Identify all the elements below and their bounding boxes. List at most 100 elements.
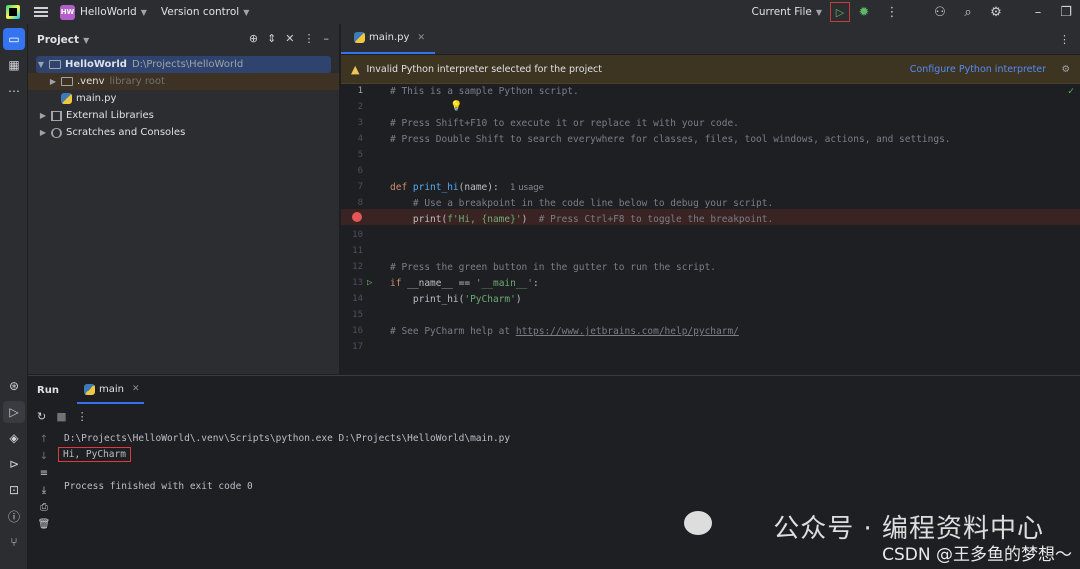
tree-item-venv[interactable]: ▶ .venv library root — [28, 73, 339, 90]
chevron-down-icon[interactable]: ▼ — [243, 8, 249, 17]
tree-label: .venv — [77, 76, 105, 87]
options-icon[interactable]: ⋮ — [304, 32, 315, 45]
scroll-up-icon[interactable]: ↑ — [40, 434, 48, 445]
main-menu-icon[interactable] — [34, 7, 48, 17]
project-badge[interactable]: HW — [60, 4, 75, 20]
run-config-selector[interactable]: Current File — [751, 6, 811, 18]
code-line-9: print(f'Hi, {name}') # Press Ctrl+F8 to … — [390, 214, 773, 225]
soft-wrap-icon[interactable]: ≡ — [40, 468, 48, 479]
run-tool-icon[interactable]: ▷ — [3, 401, 25, 423]
tree-item-external-libraries[interactable]: ▶ External Libraries — [28, 107, 339, 124]
git-icon[interactable]: ⑂ — [3, 531, 25, 553]
run-tab-main[interactable]: main ✕ — [76, 376, 144, 404]
layers-icon[interactable]: ◈ — [3, 427, 25, 449]
string-literal: '__main__' — [475, 278, 534, 289]
python-packages-icon[interactable]: ⊛ — [3, 375, 25, 397]
left-tool-strip: ▭ ▦ ⋯ ⊛ ▷ ◈ ⊳ ⊡ ⓘ ⑂ — [0, 24, 28, 569]
chevron-down-icon[interactable]: ▼ — [36, 60, 46, 69]
stop-icon[interactable]: ■ — [56, 410, 66, 423]
editor: main.py ✕ ⋮ ▲ Invalid Python interpreter… — [341, 24, 1080, 374]
code-line-3: # Press Shift+F10 to execute it or repla… — [390, 118, 739, 129]
scratches-icon — [51, 127, 62, 138]
settings-gear-icon[interactable]: ⚙ — [982, 5, 1010, 20]
hide-panel-icon[interactable]: – — [324, 32, 330, 45]
chevron-right-icon[interactable]: ▶ — [38, 111, 48, 120]
more-tools-icon[interactable]: ⋯ — [3, 80, 25, 102]
lightbulb-icon[interactable]: 💡 — [450, 101, 462, 112]
code-line-13: if __name__ == '__main__': — [390, 278, 539, 289]
tree-label: Scratches and Consoles — [66, 127, 186, 138]
line-number: 13 — [352, 278, 363, 288]
more-actions-icon[interactable]: ⋮ — [77, 410, 88, 423]
pycharm-logo-icon — [6, 5, 20, 19]
tree-item-main-py[interactable]: main.py — [28, 90, 339, 107]
code-line-14: print_hi('PyCharm') — [390, 294, 522, 305]
project-panel-title[interactable]: Project — [37, 34, 79, 46]
code-token: ) — [521, 214, 539, 225]
print-icon[interactable]: ⎙ — [40, 502, 48, 513]
chevron-down-icon[interactable]: ▼ — [83, 36, 89, 45]
code-token: __name__ == — [407, 278, 476, 289]
tree-hint: library root — [109, 76, 165, 87]
chevron-right-icon[interactable]: ▶ — [48, 77, 58, 86]
tree-label: HelloWorld — [65, 59, 127, 70]
line-number: 16 — [352, 326, 363, 336]
library-icon — [51, 110, 62, 121]
comment: # See PyCharm help at — [390, 326, 516, 337]
project-panel: Project ▼ ⊕ ⇕ ✕ ⋮ – ▼ HelloWorld D:\Proj… — [28, 24, 340, 374]
restore-icon[interactable]: ❐ — [1052, 5, 1080, 20]
services-icon[interactable]: ⊳ — [3, 453, 25, 475]
line-number: 7 — [357, 182, 363, 192]
configure-interpreter-link[interactable]: Configure Python interpreter — [910, 64, 1046, 75]
collapse-all-icon[interactable]: ✕ — [285, 32, 294, 45]
warning-icon: ▲ — [351, 62, 360, 76]
run-button[interactable]: ▷ — [830, 2, 850, 22]
scroll-to-end-icon[interactable]: ⤓ — [42, 485, 46, 496]
tree-item-helloworld[interactable]: ▼ HelloWorld D:\Projects\HelloWorld — [36, 56, 331, 73]
code-token: ) — [515, 294, 522, 305]
rerun-icon[interactable]: ↻ — [37, 410, 46, 423]
line-number: 10 — [352, 230, 363, 240]
expand-all-icon[interactable]: ⇕ — [267, 32, 276, 45]
breakpoint-icon[interactable] — [352, 212, 362, 222]
editor-tab-main-py[interactable]: main.py ✕ — [341, 23, 435, 54]
string-literal: f'Hi, {name}' — [447, 214, 522, 225]
tree-label: External Libraries — [66, 110, 154, 121]
python-file-icon — [354, 32, 365, 43]
keyword: def — [390, 182, 413, 193]
structure-icon[interactable]: ▦ — [3, 54, 25, 76]
gear-icon[interactable]: ⚙ — [1061, 64, 1070, 75]
chevron-right-icon[interactable]: ▶ — [38, 128, 48, 137]
gutter-run-icon[interactable]: ▷ — [367, 278, 372, 288]
line-number: 17 — [352, 342, 363, 352]
tree-item-scratches[interactable]: ▶ Scratches and Consoles — [28, 124, 339, 141]
close-icon[interactable]: ✕ — [132, 384, 140, 394]
keyword: if — [390, 278, 408, 289]
code-area[interactable]: ✓ 1 2 3 4 5 6 7 8 9 10 11 12 13 14 15 16… — [341, 84, 1080, 374]
vcs-menu[interactable]: Version control — [161, 6, 239, 18]
trash-icon[interactable]: 🗑 — [38, 519, 51, 530]
locate-icon[interactable]: ⊕ — [249, 32, 258, 45]
function-name: print_hi — [412, 182, 459, 193]
debug-bug-icon[interactable]: ✹ — [850, 5, 878, 20]
tab-options-icon[interactable]: ⋮ — [1059, 33, 1070, 46]
chevron-down-icon[interactable]: ▼ — [141, 8, 147, 17]
python-file-icon — [61, 93, 72, 104]
project-view-icon[interactable]: ▭ — [3, 28, 25, 50]
problems-icon[interactable]: ⓘ — [3, 505, 25, 527]
search-icon[interactable]: ⌕ — [954, 5, 982, 20]
code-token: print( — [390, 214, 448, 225]
close-icon[interactable]: ✕ — [417, 33, 425, 43]
code-token: (name): — [458, 182, 499, 193]
help-link[interactable]: https://www.jetbrains.com/help/pycharm/ — [516, 326, 739, 337]
chevron-down-icon[interactable]: ▼ — [816, 8, 822, 17]
add-user-icon[interactable]: ⚇ — [926, 5, 954, 20]
terminal-icon[interactable]: ⊡ — [3, 479, 25, 501]
usage-hint[interactable]: 1 usage — [510, 183, 544, 193]
string-literal: 'PyCharm' — [464, 294, 516, 305]
more-actions-icon[interactable]: ⋮ — [878, 5, 906, 20]
project-name[interactable]: HelloWorld — [80, 6, 137, 18]
minimize-icon[interactable]: – — [1024, 5, 1052, 20]
scroll-down-icon[interactable]: ↓ — [40, 451, 48, 462]
line-number: 2 — [357, 102, 363, 112]
